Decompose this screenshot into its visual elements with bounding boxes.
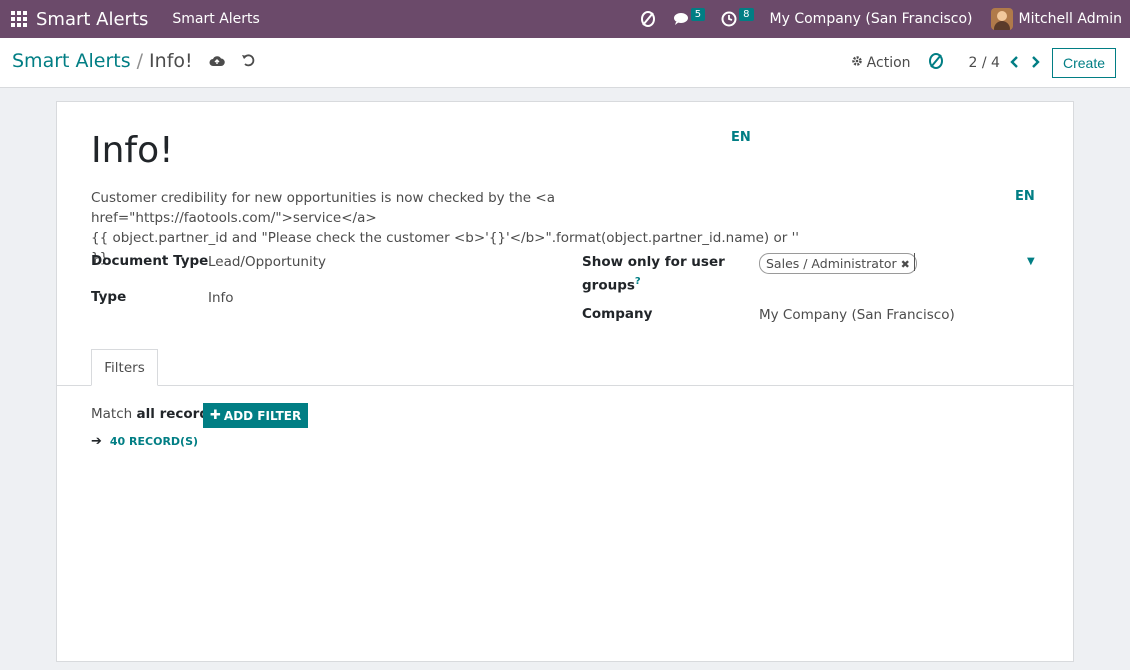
type-label: Type xyxy=(91,289,127,305)
group-tag: Sales / Administrator ✖ xyxy=(759,253,917,274)
user-groups-label-line1: Show only for user xyxy=(582,254,725,270)
help-tooltip-icon[interactable]: ? xyxy=(635,276,641,287)
action-label: Action xyxy=(866,55,911,71)
discard-undo-icon[interactable] xyxy=(241,50,255,72)
form-sheet: Info! EN Customer credibility for new op… xyxy=(56,101,1074,662)
message-lang-button[interactable]: EN xyxy=(1015,189,1035,204)
company-switcher[interactable]: My Company (San Francisco) xyxy=(770,11,973,27)
activities-icon[interactable]: 8 xyxy=(721,7,754,27)
pager-previous-icon[interactable] xyxy=(1010,54,1019,72)
records-link[interactable]: ➔ 40 RECORD(S) xyxy=(91,434,198,449)
user-groups-label: Show only for user groups? xyxy=(582,252,725,296)
messages-icon[interactable]: 5 xyxy=(673,7,706,26)
tab-filters[interactable]: Filters xyxy=(91,349,158,386)
refresh-icon[interactable] xyxy=(927,52,945,74)
pager-next-icon[interactable] xyxy=(1031,54,1040,72)
activities-badge: 8 xyxy=(739,7,754,21)
type-value[interactable]: Info xyxy=(208,290,234,306)
apps-menu-icon[interactable] xyxy=(2,0,36,38)
title-lang-button[interactable]: EN xyxy=(731,130,751,145)
document-type-label: Document Type xyxy=(91,253,209,269)
breadcrumb-parent[interactable]: Smart Alerts xyxy=(12,50,131,72)
breadcrumb: Smart Alerts / Info! xyxy=(12,50,255,72)
dropdown-caret-icon[interactable]: ▼ xyxy=(1027,256,1035,267)
groups-input[interactable] xyxy=(914,253,915,271)
create-button[interactable]: Create xyxy=(1051,48,1116,78)
company-label: Company xyxy=(582,306,653,322)
messages-badge: 5 xyxy=(690,7,706,21)
gear-icon xyxy=(851,55,863,71)
match-prefix: Match xyxy=(91,406,133,422)
plus-icon: ✚ xyxy=(210,408,221,423)
add-filter-button[interactable]: ✚ ADD FILTER xyxy=(203,403,309,428)
remove-tag-icon[interactable]: ✖ xyxy=(901,258,910,271)
records-count: 40 RECORD(S) xyxy=(109,435,199,448)
add-filter-label: ADD FILTER xyxy=(223,408,302,423)
top-navbar: Smart Alerts Smart Alerts 5 8 My Company… xyxy=(0,0,1130,38)
group-tag-label: Sales / Administrator xyxy=(766,256,897,271)
control-panel: Smart Alerts / Info! Action 2 / 4 Create xyxy=(0,38,1130,88)
tabs-divider xyxy=(57,385,1073,386)
message-line-1: Customer credibility for new opportuniti… xyxy=(91,190,555,226)
match-text: Match all records xyxy=(91,406,217,422)
user-groups-label-line2: groups xyxy=(582,277,635,294)
menu-smart-alerts[interactable]: Smart Alerts xyxy=(172,11,259,27)
breadcrumb-current: Info! xyxy=(149,50,193,72)
arrow-right-icon: ➔ xyxy=(91,434,102,449)
user-avatar[interactable] xyxy=(990,8,1013,30)
debug-icon[interactable] xyxy=(639,10,657,28)
document-type-value[interactable]: Lead/Opportunity xyxy=(208,254,326,270)
pager-value[interactable]: 2 / 4 xyxy=(969,55,1000,71)
user-menu[interactable]: Mitchell Admin xyxy=(1019,11,1123,27)
action-button[interactable]: Action xyxy=(851,55,911,71)
company-value[interactable]: My Company (San Francisco) xyxy=(759,307,955,323)
app-brand[interactable]: Smart Alerts xyxy=(36,9,148,30)
save-cloud-icon[interactable] xyxy=(209,50,225,72)
breadcrumb-separator: / xyxy=(136,50,144,72)
alert-title[interactable]: Info! xyxy=(91,130,174,171)
